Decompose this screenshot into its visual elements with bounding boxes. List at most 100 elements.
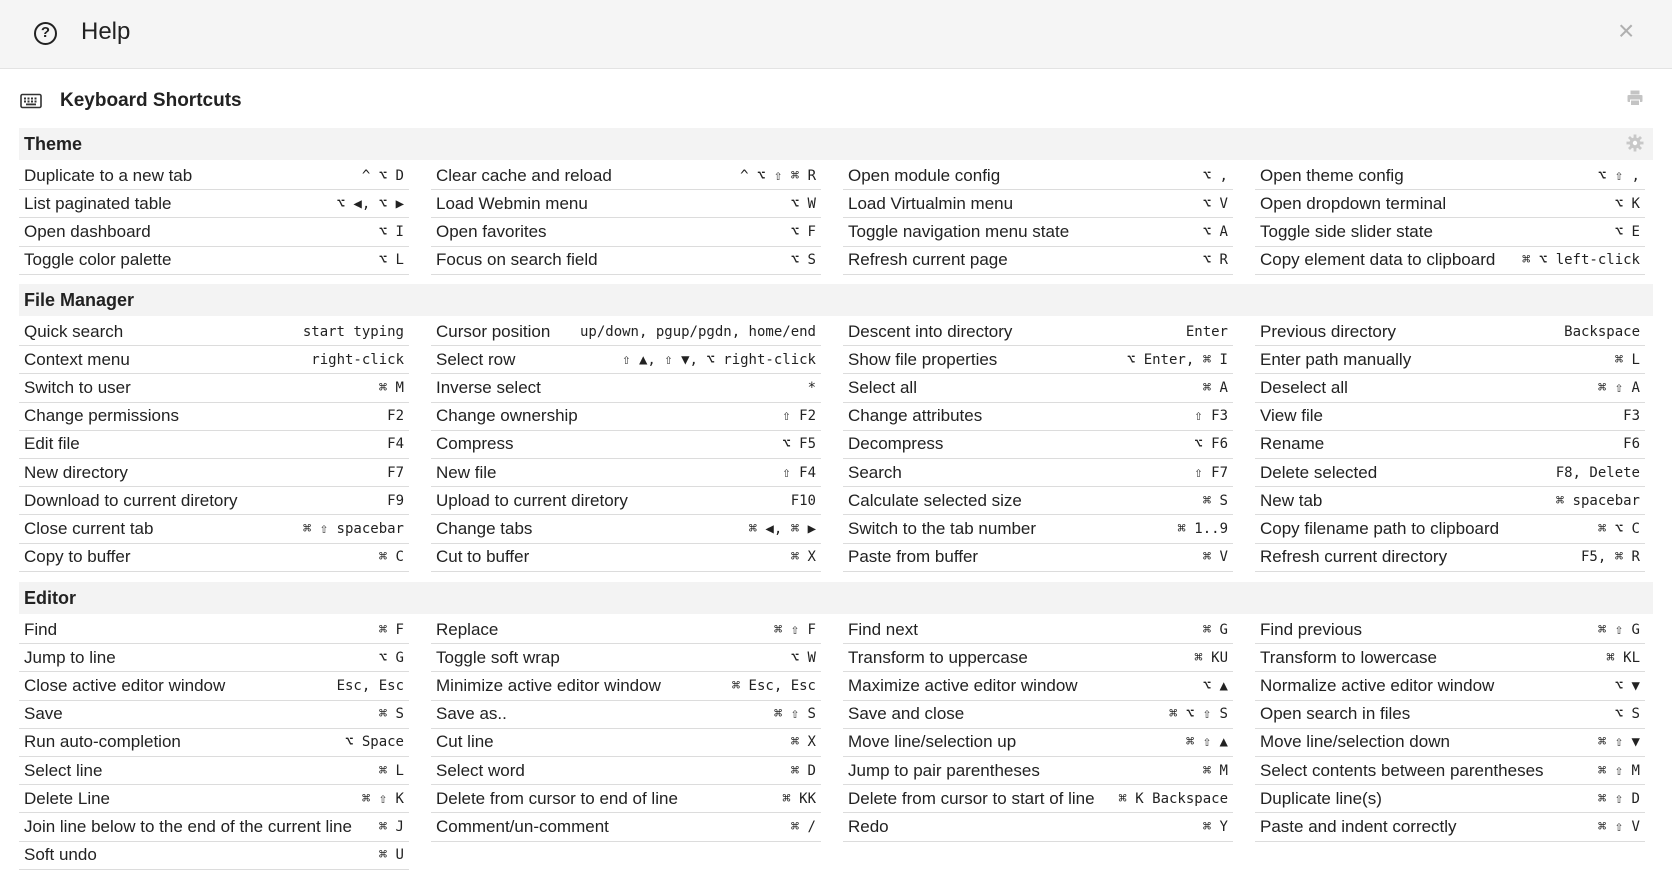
shortcut-row: Context menu right-click xyxy=(19,346,409,375)
shortcut-label: Open search in files xyxy=(1260,704,1411,724)
shortcut-label: Jump to pair parentheses xyxy=(848,760,1040,780)
shortcut-label: Refresh current page xyxy=(848,250,1008,270)
shortcut-keys: ⌥ E xyxy=(1614,223,1640,240)
shortcut-label: Paste and indent correctly xyxy=(1260,816,1457,836)
shortcut-keys: ⌥ W xyxy=(790,649,816,666)
shortcut-label: Open module config xyxy=(848,165,1001,185)
shortcut-label: Calculate selected size xyxy=(848,490,1022,510)
shortcut-column: Quick search start typing Context menu righ… xyxy=(19,318,409,572)
shortcut-label: Load Virtualmin menu xyxy=(848,193,1014,213)
shortcut-label: Select row xyxy=(436,349,516,369)
shortcut-row: List paginated table ⌥ ◀, ⌥ ▶ xyxy=(19,190,409,219)
shortcut-keys: ⌘ KL xyxy=(1606,649,1640,666)
shortcut-keys: ⌘ M xyxy=(1202,762,1228,779)
shortcut-row: Save ⌘ S xyxy=(19,701,409,729)
close-icon[interactable]: × xyxy=(1618,15,1634,47)
shortcut-column: Find previous ⌘ ⇧ G Transform to lowercase… xyxy=(1255,616,1645,870)
shortcut-row: Save and close ⌘ ⌥ ⇧ S xyxy=(843,701,1233,729)
shortcut-row: Replace ⌘ ⇧ F xyxy=(431,616,821,645)
editor-shortcuts-grid: Find ⌘ F Jump to line ⌥ G Close active edito… xyxy=(19,616,1665,870)
shortcut-keys: ⌘ ⇧ A xyxy=(1597,379,1640,396)
shortcut-label: Redo xyxy=(848,816,889,836)
shortcut-keys: F9 xyxy=(387,492,404,509)
shortcut-row: Jump to pair parentheses ⌘ M xyxy=(843,757,1233,786)
shortcut-keys: ⌥ Enter, ⌘ I xyxy=(1126,351,1228,368)
shortcut-row: Select word ⌘ D xyxy=(431,757,821,786)
shortcut-row: Transform to uppercase ⌘ KU xyxy=(843,644,1233,673)
shortcut-keys: F7 xyxy=(387,464,404,481)
shortcut-keys: ⌘ Y xyxy=(1202,818,1228,835)
shortcut-keys: ^ ⌥ ⇧ ⌘ R xyxy=(740,167,816,184)
shortcut-keys: ⌥ L xyxy=(378,252,404,269)
shortcut-column: Cursor position up/down, pgup/pgdn, home/… xyxy=(431,318,821,572)
shortcut-label: Rename xyxy=(1260,434,1325,454)
shortcut-label: Load Webmin menu xyxy=(436,193,588,213)
shortcut-row: Run auto-completion ⌥ Space xyxy=(19,729,409,757)
shortcut-column: Descent into directory Enter Show file pro… xyxy=(843,318,1233,572)
shortcut-label: New file xyxy=(436,462,497,482)
shortcut-label: Switch to user xyxy=(24,377,131,397)
shortcut-row: Refresh current page ⌥ R xyxy=(843,247,1233,275)
shortcut-label: Comment/un-comment xyxy=(436,816,609,836)
shortcut-row: Move line/selection down ⌘ ⇧ ▼ xyxy=(1255,729,1645,757)
shortcut-label: View file xyxy=(1260,406,1323,426)
shortcut-row: Upload to current diretory F10 xyxy=(431,487,821,516)
shortcut-keys: right-click xyxy=(311,351,404,368)
shortcut-row: Paste and indent correctly ⌘ ⇧ V xyxy=(1255,813,1645,842)
shortcut-label: Jump to line xyxy=(24,647,116,667)
shortcut-row: Clear cache and reload ^ ⌥ ⇧ ⌘ R xyxy=(431,162,821,191)
shortcut-row: Edit file F4 xyxy=(19,431,409,459)
shortcut-label: Copy filename path to clipboard xyxy=(1260,518,1500,538)
shortcut-row: Soft undo ⌘ U xyxy=(19,842,409,870)
shortcut-label: New directory xyxy=(24,462,128,482)
gear-icon[interactable] xyxy=(1626,134,1644,152)
shortcut-row: Enter path manually ⌘ L xyxy=(1255,346,1645,375)
keyboard-icon xyxy=(20,93,42,109)
shortcut-label: Delete from cursor to start of line xyxy=(848,788,1095,808)
shortcut-keys: ⌘ X xyxy=(790,549,816,566)
shortcut-label: Move line/selection up xyxy=(848,732,1017,752)
shortcut-column: Replace ⌘ ⇧ F Toggle soft wrap ⌥ W Minimize … xyxy=(431,616,821,870)
shortcut-keys: F8, Delete xyxy=(1555,464,1640,481)
shortcut-label: Inverse select xyxy=(436,377,541,397)
shortcut-row: Duplicate line(s) ⌘ ⇧ D xyxy=(1255,785,1645,814)
shortcut-label: Delete Line xyxy=(24,788,111,808)
shortcut-keys: ⌘ J xyxy=(378,818,404,835)
shortcut-label: Toggle side slider state xyxy=(1260,221,1433,241)
shortcut-keys: ⌥ F6 xyxy=(1194,436,1228,453)
shortcut-row: Change tabs ⌘ ◀, ⌘ ▶ xyxy=(431,515,821,544)
shortcut-label: Edit file xyxy=(24,434,80,454)
shortcut-keys: ^ ⌥ D xyxy=(361,167,404,184)
shortcut-keys: F5, ⌘ R xyxy=(1580,549,1640,566)
shortcut-row: Comment/un-comment ⌘ / xyxy=(431,813,821,842)
theme-shortcuts-grid: Duplicate to a new tab ^ ⌥ D List paginate… xyxy=(19,162,1665,275)
shortcut-row: Calculate selected size ⌘ S xyxy=(843,487,1233,516)
shortcut-label: Normalize active editor window xyxy=(1260,675,1495,695)
shortcut-keys: ⌥ ⇧ , xyxy=(1597,167,1640,184)
shortcut-label: New tab xyxy=(1260,490,1323,510)
shortcut-label: Minimize active editor window xyxy=(436,675,661,695)
shortcut-label: Open dropdown terminal xyxy=(1260,193,1447,213)
shortcut-row: Redo ⌘ Y xyxy=(843,813,1233,842)
shortcut-column: Find ⌘ F Jump to line ⌥ G Close active edito… xyxy=(19,616,409,870)
shortcut-row: Download to current diretory F9 xyxy=(19,487,409,516)
shortcut-keys: ⌘ ⇧ S xyxy=(773,706,816,723)
shortcut-row: Delete selected F8, Delete xyxy=(1255,459,1645,488)
shortcut-label: Decompress xyxy=(848,434,944,454)
shortcut-label: Transform to lowercase xyxy=(1260,647,1437,667)
shortcut-keys: ⌘ Esc, Esc xyxy=(731,677,816,694)
shortcut-keys: ⌥ W xyxy=(790,195,816,212)
shortcut-label: Delete selected xyxy=(1260,462,1378,482)
shortcut-row: Jump to line ⌥ G xyxy=(19,644,409,673)
section-header-theme: Theme xyxy=(19,128,1653,160)
shortcut-label: Previous directory xyxy=(1260,321,1397,341)
shortcut-label: Toggle navigation menu state xyxy=(848,221,1070,241)
shortcut-column: Open module config ⌥ , Load Virtualmin men… xyxy=(843,162,1233,275)
shortcut-keys: ⌥ S xyxy=(1614,706,1640,723)
shortcut-keys: ⌘ ⌥ ⇧ S xyxy=(1168,706,1228,723)
shortcut-keys: F10 xyxy=(790,492,816,509)
print-icon[interactable] xyxy=(1626,89,1644,107)
shortcut-keys: ⌘ ⇧ D xyxy=(1597,790,1640,807)
shortcut-row: Decompress ⌥ F6 xyxy=(843,431,1233,459)
shortcut-keys: ⌘ V xyxy=(1202,549,1228,566)
